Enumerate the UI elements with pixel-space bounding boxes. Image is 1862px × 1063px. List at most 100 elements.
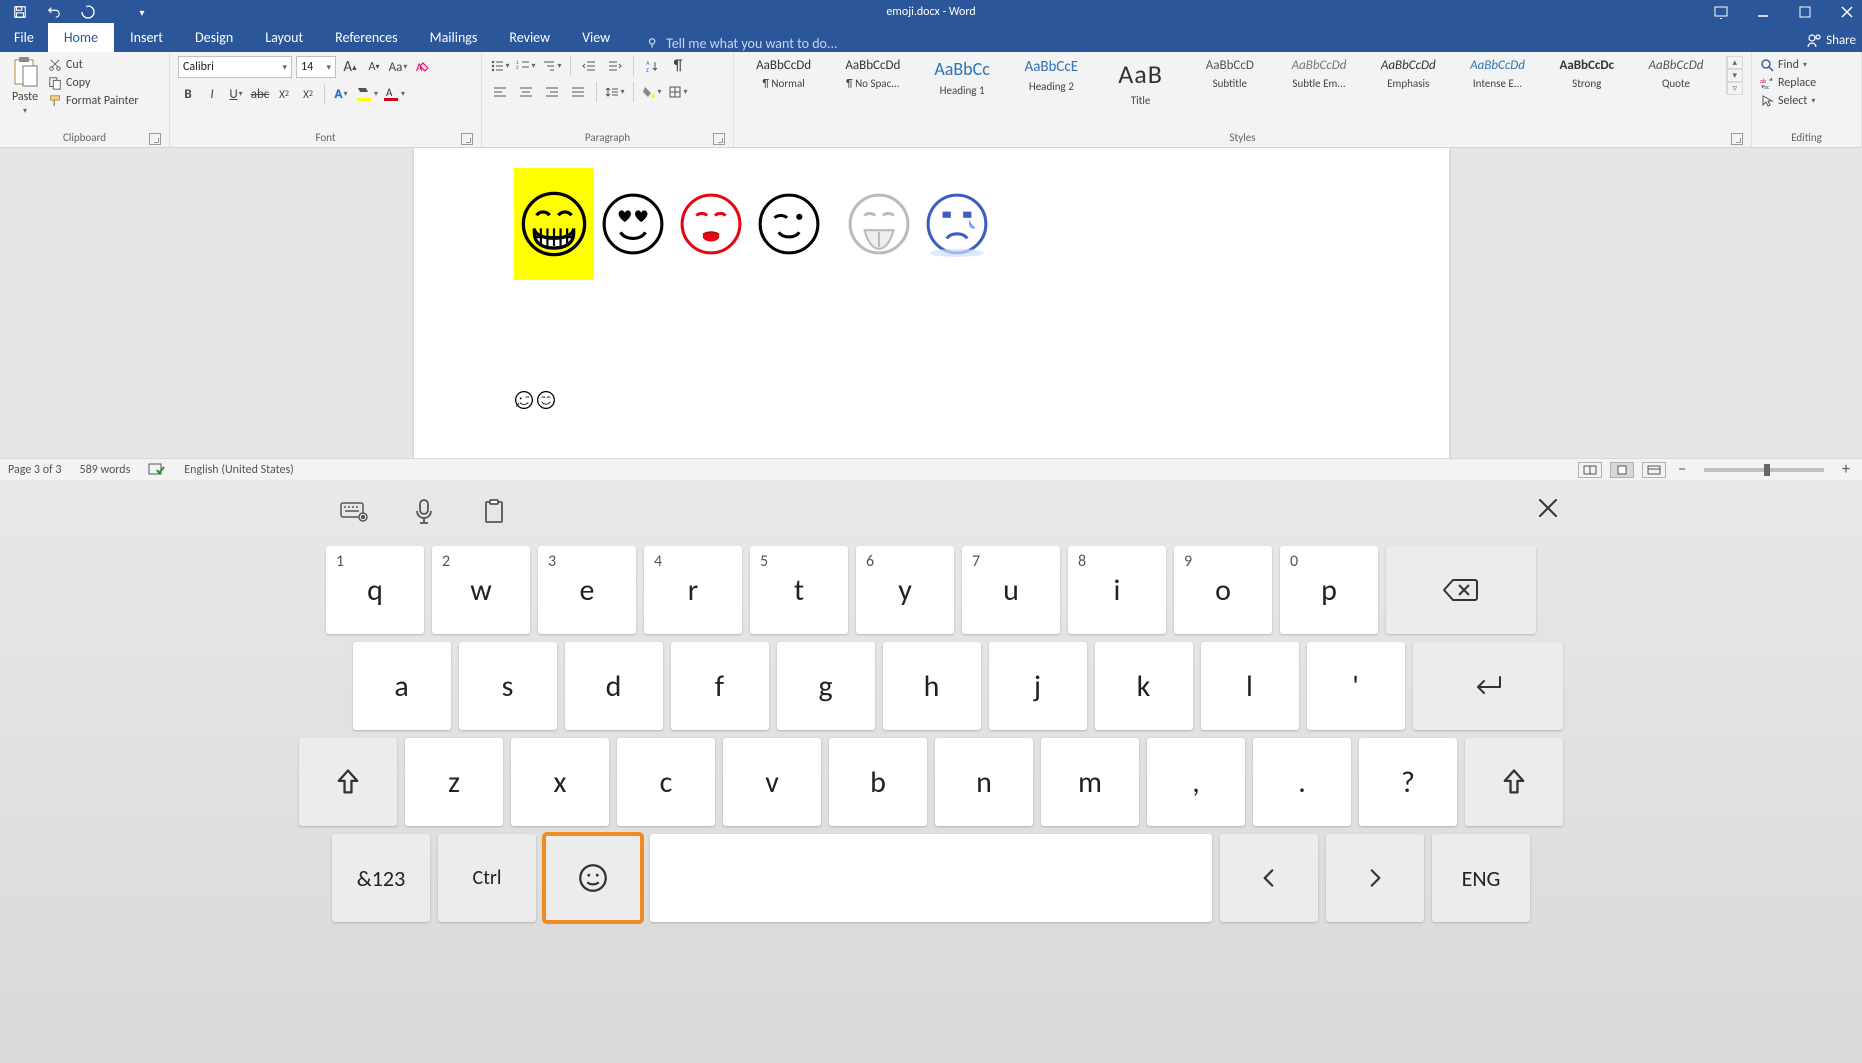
status-page[interactable]: Page 3 of 3 [8,463,62,477]
strikethrough-button[interactable]: abc [250,84,270,104]
italic-button[interactable]: I [202,84,222,104]
close-icon[interactable] [1840,5,1854,19]
web-layout-icon[interactable] [1642,462,1666,478]
key-o[interactable]: 9o [1174,546,1272,634]
status-words[interactable]: 589 words [80,463,131,477]
zoom-out-button[interactable]: − [1674,460,1690,479]
cut-button[interactable]: Cut [48,58,139,72]
key-b[interactable]: b [829,738,927,826]
key-e[interactable]: 3e [538,546,636,634]
key-k[interactable]: k [1095,642,1193,730]
key-ctrl[interactable]: Ctrl [438,834,536,922]
highlight-button[interactable]: ▾ [355,84,378,104]
key-shift-left[interactable] [299,738,397,826]
key-i[interactable]: 8i [1068,546,1166,634]
key-w[interactable]: 2w [432,546,530,634]
change-case-button[interactable]: Aa▾ [388,57,408,77]
show-marks-button[interactable]: ¶ [668,56,688,76]
tab-home[interactable]: Home [48,23,114,52]
style-tnospac[interactable]: AaBbCcDd¶ No Spac... [831,56,914,92]
key-emoji[interactable] [544,834,642,922]
grow-font-button[interactable]: A▴ [340,57,360,77]
undo-icon[interactable] [46,4,62,20]
style-subtleem[interactable]: AaBbCcDdSubtle Em... [1277,56,1360,92]
key-p[interactable]: 0p [1280,546,1378,634]
key-u[interactable]: 7u [962,546,1060,634]
document-page[interactable] [414,148,1449,458]
key-r[interactable]: 4r [644,546,742,634]
minimize-icon[interactable] [1756,5,1770,19]
save-icon[interactable] [12,4,28,20]
multilevel-list-button[interactable]: ▾ [542,56,562,76]
bold-button[interactable]: B [178,84,198,104]
styles-scroll-2[interactable]: ▿ [1727,82,1743,95]
key-enter[interactable] [1413,642,1563,730]
style-intense[interactable]: AaBbCcDdIntense E... [1456,56,1539,92]
style-h2[interactable]: AaBbCcEHeading 2 [1010,56,1093,95]
key-q[interactable]: 1q [326,546,424,634]
clear-formatting-button[interactable]: A [412,57,432,77]
tab-layout[interactable]: Layout [249,23,319,52]
clipboard-dialog-icon[interactable] [149,133,161,145]
maximize-icon[interactable] [1798,5,1812,19]
key-l[interactable]: l [1201,642,1299,730]
spellcheck-icon[interactable] [148,463,166,477]
key-comma[interactable]: , [1147,738,1245,826]
replace-button[interactable]: abacReplace [1760,76,1816,90]
font-color-button[interactable]: A▾ [382,84,405,104]
key-right-arrow[interactable] [1326,834,1424,922]
key-language[interactable]: ENG [1432,834,1530,922]
key-symbols[interactable]: &123 [332,834,430,922]
share-button[interactable]: Share [1806,32,1856,48]
font-dialog-icon[interactable] [461,133,473,145]
key-m[interactable]: m [1041,738,1139,826]
key-f[interactable]: f [671,642,769,730]
style-emph[interactable]: AaBbCcDdEmphasis [1367,56,1450,92]
tell-me-search[interactable]: Tell me what you want to do... [646,35,837,52]
read-mode-icon[interactable] [1578,462,1602,478]
key-period[interactable]: . [1253,738,1351,826]
align-center-button[interactable] [516,82,536,102]
styles-scroll-1[interactable]: ▾ [1727,69,1743,82]
paste-button[interactable]: Paste ▾ [8,56,42,116]
decrease-indent-button[interactable] [579,56,599,76]
superscript-button[interactable]: X2 [298,84,318,104]
format-painter-button[interactable]: Format Painter [48,94,139,108]
tab-insert[interactable]: Insert [114,23,179,52]
copy-button[interactable]: Copy [48,76,139,90]
style-strong[interactable]: AaBbCcDcStrong [1545,56,1628,92]
key-space[interactable] [650,834,1212,922]
zoom-in-button[interactable]: + [1838,460,1854,479]
key-backspace[interactable] [1386,546,1536,634]
status-language[interactable]: English (United States) [184,463,294,477]
style-subtitle[interactable]: AaBbCcDSubtitle [1188,56,1271,92]
styles-scroll-0[interactable]: ▴ [1727,56,1743,69]
clipboard-icon[interactable] [480,498,508,526]
align-left-button[interactable] [490,82,510,102]
borders-button[interactable]: ▾ [668,82,688,102]
key-apostrophe[interactable]: ' [1307,642,1405,730]
numbering-button[interactable]: 12▾ [516,56,536,76]
key-y[interactable]: 6y [856,546,954,634]
tab-mailings[interactable]: Mailings [414,23,494,52]
key-question[interactable]: ? [1359,738,1457,826]
bullets-button[interactable]: ▾ [490,56,510,76]
key-n[interactable]: n [935,738,1033,826]
paragraph-dialog-icon[interactable] [713,133,725,145]
font-name-combo[interactable]: Calibri▾ [178,56,292,78]
zoom-slider[interactable] [1704,468,1824,472]
microphone-icon[interactable] [410,498,438,526]
text-effects-button[interactable]: A▾ [331,84,351,104]
key-j[interactable]: j [989,642,1087,730]
key-x[interactable]: x [511,738,609,826]
key-d[interactable]: d [565,642,663,730]
font-size-combo[interactable]: 14▾ [296,56,336,78]
keyboard-close-button[interactable] [1534,494,1562,522]
styles-dialog-icon[interactable] [1731,133,1743,145]
style-quote[interactable]: AaBbCcDdQuote [1634,56,1717,92]
find-button[interactable]: Find ▾ [1760,58,1816,72]
select-button[interactable]: Select ▾ [1760,94,1816,108]
tab-review[interactable]: Review [493,23,566,52]
print-layout-icon[interactable] [1610,462,1634,478]
redo-icon[interactable] [80,4,96,20]
